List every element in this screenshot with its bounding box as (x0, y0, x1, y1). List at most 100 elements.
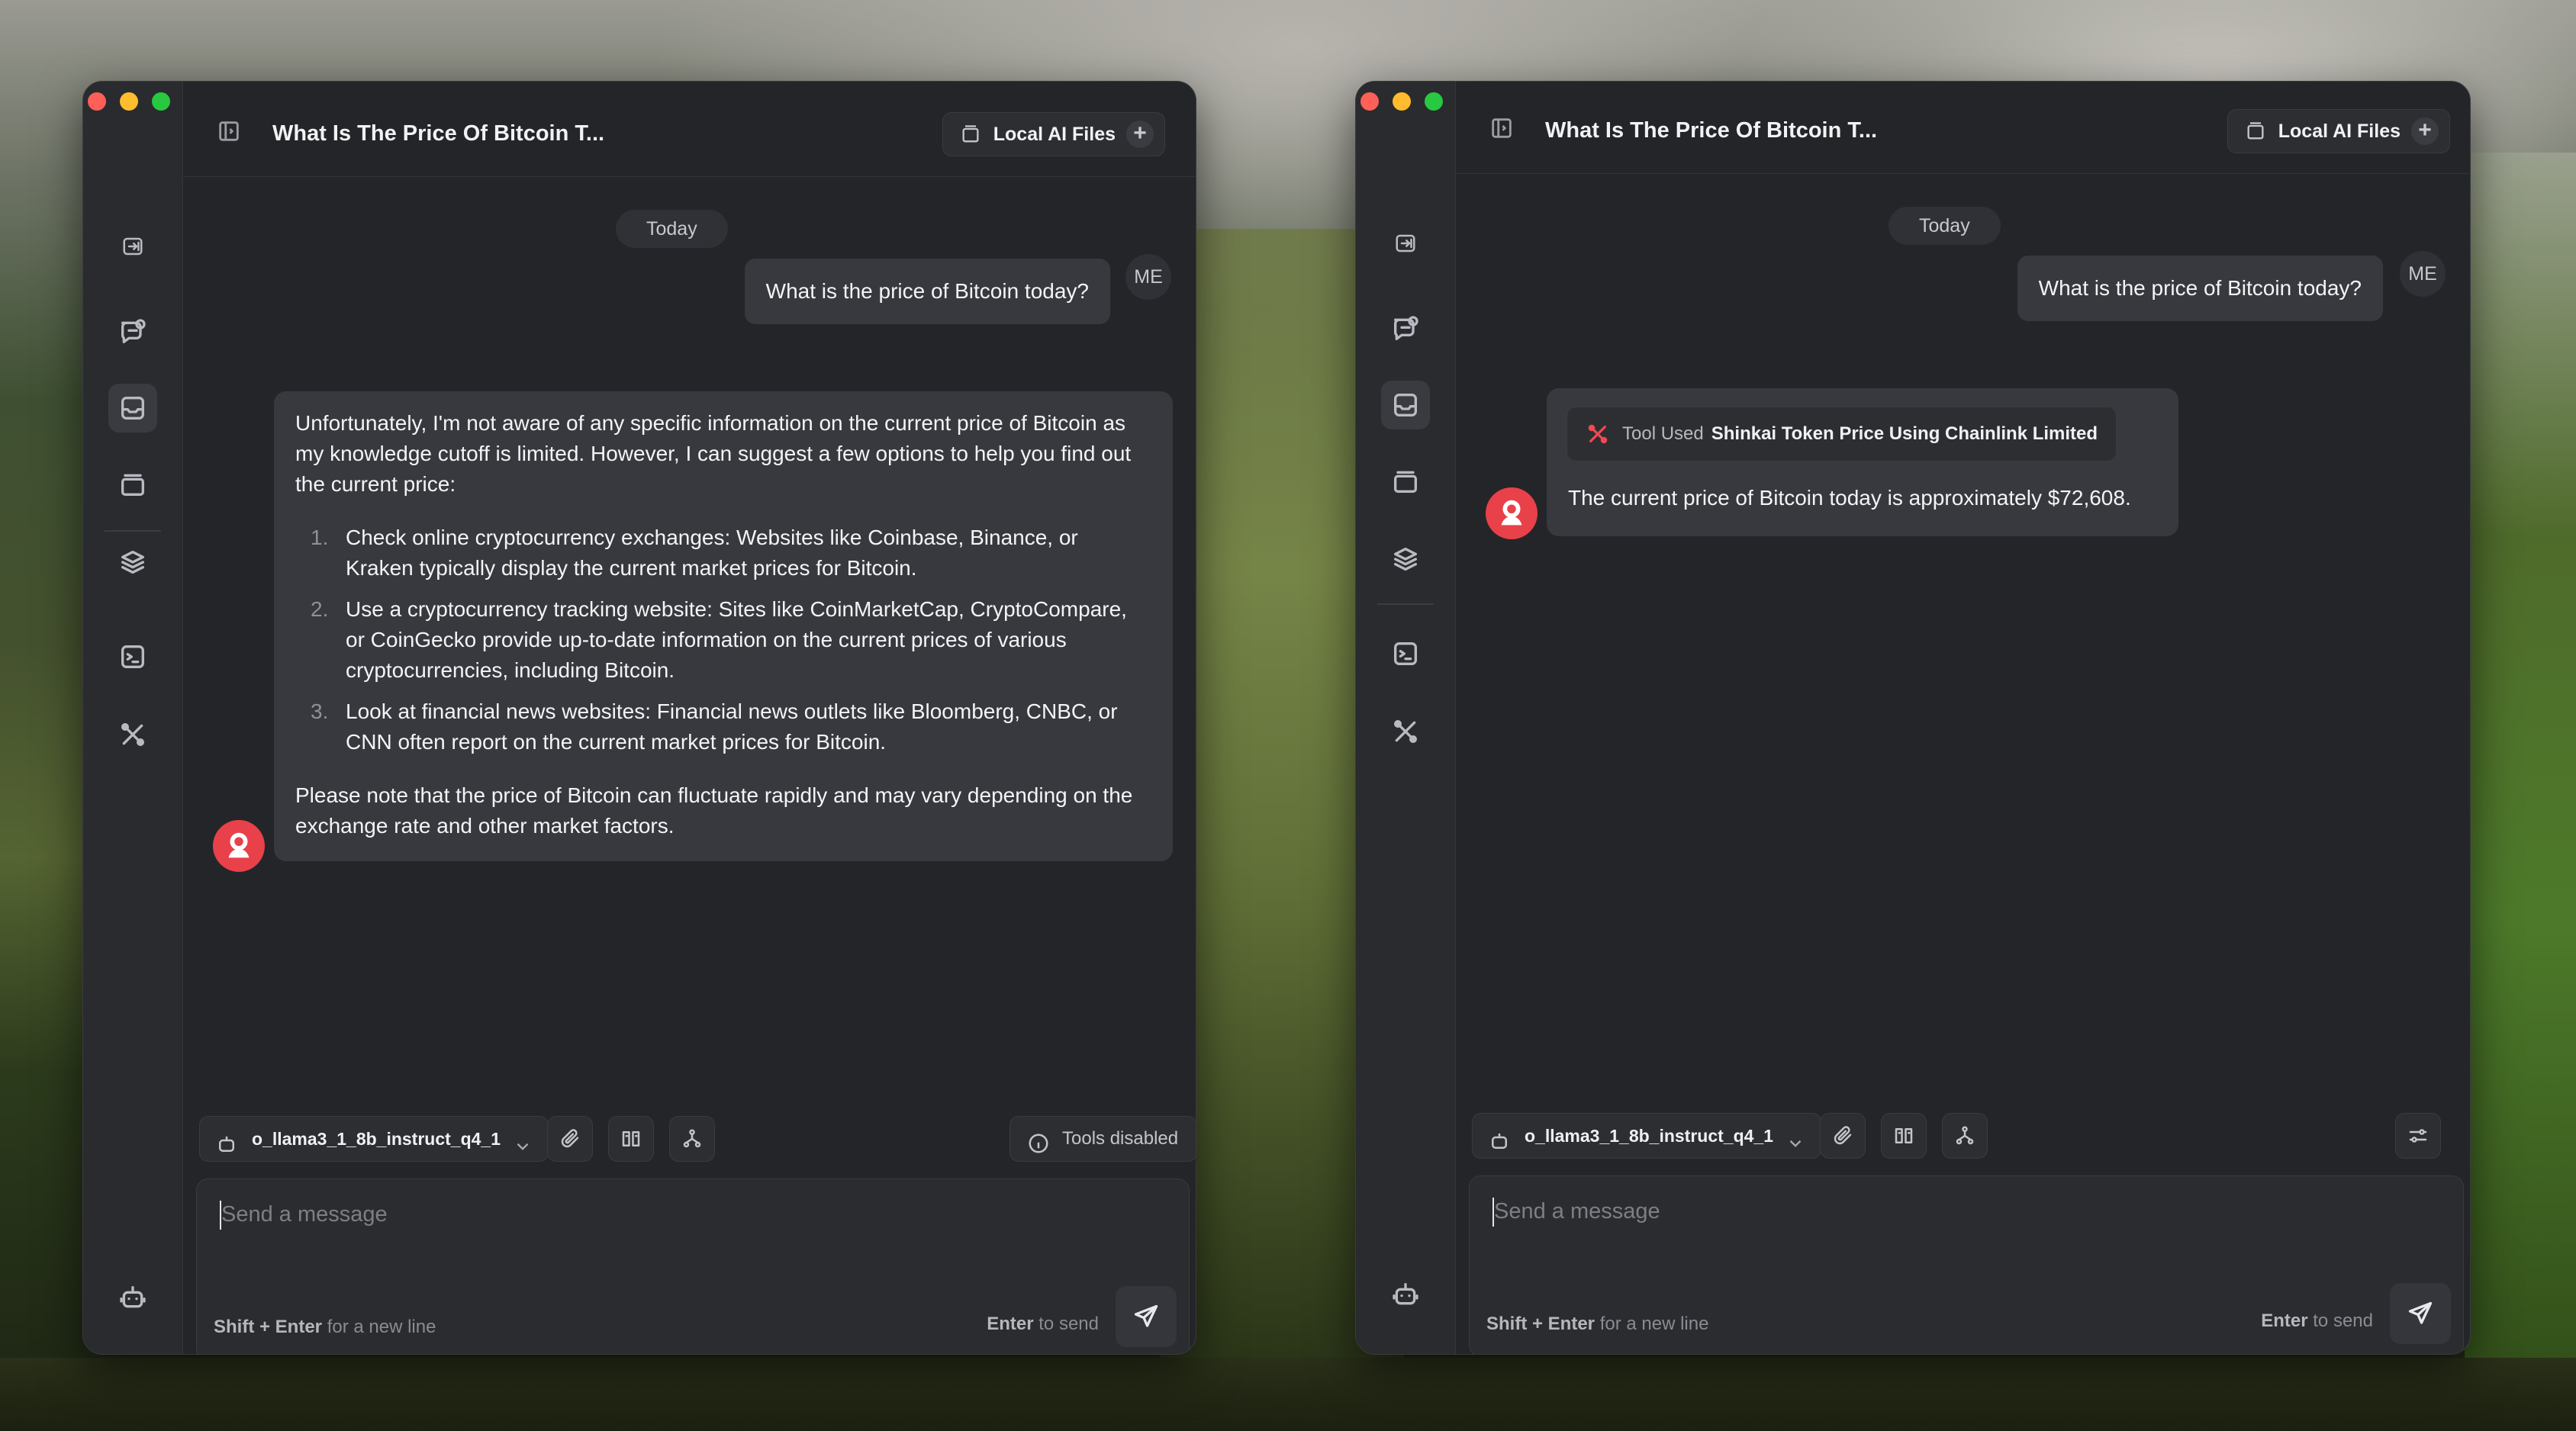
hint-key: Shift + Enter (1486, 1314, 1596, 1334)
list-item-text: Look at financial news websites: Financi… (346, 699, 1118, 754)
message-input[interactable]: Send a message (221, 1202, 388, 1227)
local-ai-files-label: Local AI Files (993, 123, 1116, 145)
tool-used-name: Shinkai Token Price Using Chainlink Limi… (1711, 423, 2098, 444)
send-hint: Enter to send (987, 1314, 1099, 1335)
shinkai-avatar-icon (213, 820, 265, 872)
send-button[interactable] (1116, 1286, 1177, 1347)
robot-icon[interactable] (108, 1273, 157, 1322)
chat-title: What Is The Price Of Bitcoin T... (1545, 118, 1878, 143)
model-name: o_llama3_1_8b_instruct_q4_1 (252, 1129, 501, 1149)
new-chat-icon[interactable] (1381, 304, 1430, 353)
folder-icon (2245, 121, 2266, 142)
assistant-intro: Unfortunately, I'm not aware of any spec… (295, 411, 1132, 496)
layers-icon[interactable] (1381, 535, 1430, 584)
model-name: o_llama3_1_8b_instruct_q4_1 (1525, 1126, 1774, 1146)
terminal-icon[interactable] (108, 632, 157, 681)
panel-icon[interactable] (1489, 115, 1515, 141)
tool-used-badge[interactable]: Tool Used Shinkai Token Price Using Chai… (1567, 407, 2117, 461)
terminal-icon[interactable] (1381, 629, 1430, 678)
tools-disabled-toggle[interactable]: Tools disabled (1009, 1116, 1196, 1162)
book-icon[interactable] (1881, 1113, 1927, 1159)
model-selector[interactable]: o_llama3_1_8b_instruct_q4_1 (1472, 1113, 1822, 1159)
tools-icon[interactable] (108, 710, 157, 759)
book-icon[interactable] (608, 1116, 654, 1162)
gear-icon[interactable] (1381, 1343, 1430, 1354)
date-divider: Today (1889, 207, 2001, 245)
workflow-icon[interactable] (669, 1116, 715, 1162)
message-composer[interactable]: Send a message Shift + Enter for a new l… (196, 1179, 1190, 1354)
chat-window-left: What Is The Price Of Bitcoin T... Local … (82, 81, 1196, 1355)
list-item: 2. Use a cryptocurrency tracking website:… (295, 594, 1151, 686)
plus-icon[interactable]: + (1126, 121, 1154, 148)
local-ai-files-button[interactable]: Local AI Files + (2227, 109, 2450, 153)
sliders-icon[interactable] (2395, 1113, 2441, 1159)
send-icon (1134, 1304, 1158, 1327)
gear-icon[interactable] (108, 1346, 157, 1354)
tools-icon[interactable] (1381, 707, 1430, 756)
cards-icon[interactable] (108, 460, 157, 509)
list-item-text: Check online cryptocurrency exchanges: W… (346, 526, 1078, 580)
model-selector[interactable]: o_llama3_1_8b_instruct_q4_1 (199, 1116, 549, 1162)
inbox-icon[interactable] (108, 384, 157, 433)
local-ai-files-button[interactable]: Local AI Files + (942, 112, 1165, 156)
send-icon (2408, 1301, 2433, 1324)
newline-hint: Shift + Enter for a new line (214, 1317, 436, 1338)
chat-header: What Is The Price Of Bitcoin T... Local … (1455, 82, 2470, 174)
message-input[interactable]: Send a message (1494, 1199, 1660, 1224)
minimize-window-button[interactable] (1393, 92, 1411, 111)
chevron-down-icon (1785, 1125, 1805, 1147)
close-window-button[interactable] (1360, 92, 1379, 111)
chat-window-right: What Is The Price Of Bitcoin T... Local … (1355, 81, 2471, 1355)
paperclip-icon[interactable] (547, 1116, 593, 1162)
send-hint: Enter to send (2261, 1310, 2373, 1332)
user-message: What is the price of Bitcoin today? (2017, 256, 2383, 321)
list-item-text: Use a cryptocurrency tracking website: S… (346, 597, 1127, 682)
assistant-outro: Please note that the price of Bitcoin ca… (295, 783, 1133, 838)
robot-icon (1488, 1124, 1511, 1149)
chat-header: What Is The Price Of Bitcoin T... Local … (182, 82, 1196, 177)
minimize-window-button[interactable] (120, 92, 138, 111)
paperclip-icon[interactable] (1820, 1113, 1866, 1159)
chevron-down-icon (513, 1128, 533, 1150)
sidebar-rail (83, 82, 183, 1354)
user-message: What is the price of Bitcoin today? (744, 259, 1110, 324)
workflow-icon[interactable] (1942, 1113, 1988, 1159)
window-controls (1360, 92, 1443, 111)
avatar: ME (1125, 254, 1171, 300)
list-number: 3. (311, 699, 329, 723)
composer-toolbar: o_llama3_1_8b_instruct_q4_1 Tools disabl… (182, 1116, 1196, 1169)
close-window-button[interactable] (88, 92, 106, 111)
local-ai-files-label: Local AI Files (2278, 120, 2401, 142)
assistant-list: 1. Check online cryptocurrency exchanges:… (295, 523, 1151, 757)
plus-icon[interactable]: + (2411, 117, 2439, 145)
date-divider: Today (616, 210, 728, 248)
background-hill (2465, 153, 2576, 1431)
layers-icon[interactable] (108, 538, 157, 587)
hint-key: Enter (987, 1314, 1034, 1334)
avatar: ME (2400, 251, 2446, 297)
zoom-window-button[interactable] (152, 92, 170, 111)
sidebar-divider (1377, 603, 1434, 605)
assistant-message: Unfortunately, I'm not aware of any spec… (274, 391, 1173, 861)
info-icon (1027, 1127, 1050, 1153)
robot-icon[interactable] (1381, 1270, 1430, 1319)
inbox-icon[interactable] (1381, 381, 1430, 429)
zoom-window-button[interactable] (1425, 92, 1443, 111)
sidebar-divider (105, 530, 161, 532)
new-chat-icon[interactable] (108, 307, 157, 356)
list-item: 3. Look at financial news websites: Finan… (295, 696, 1151, 757)
hint-key: Enter (2261, 1310, 2308, 1331)
message-composer[interactable]: Send a message Shift + Enter for a new l… (1469, 1175, 2464, 1354)
hint-text: for a new line (1599, 1314, 1709, 1334)
list-number: 1. (311, 526, 329, 549)
shinkai-avatar-icon (1486, 487, 1538, 539)
panel-icon[interactable] (216, 118, 242, 144)
send-button[interactable] (2390, 1283, 2451, 1344)
cards-icon[interactable] (1381, 457, 1430, 506)
sidebar-collapse-icon[interactable] (108, 222, 157, 271)
tools-icon (1586, 422, 1610, 446)
hint-text: for a new line (327, 1317, 436, 1337)
hint-text: to send (2313, 1310, 2373, 1331)
tools-status: Tools disabled (1062, 1128, 1179, 1149)
sidebar-collapse-icon[interactable] (1381, 219, 1430, 268)
